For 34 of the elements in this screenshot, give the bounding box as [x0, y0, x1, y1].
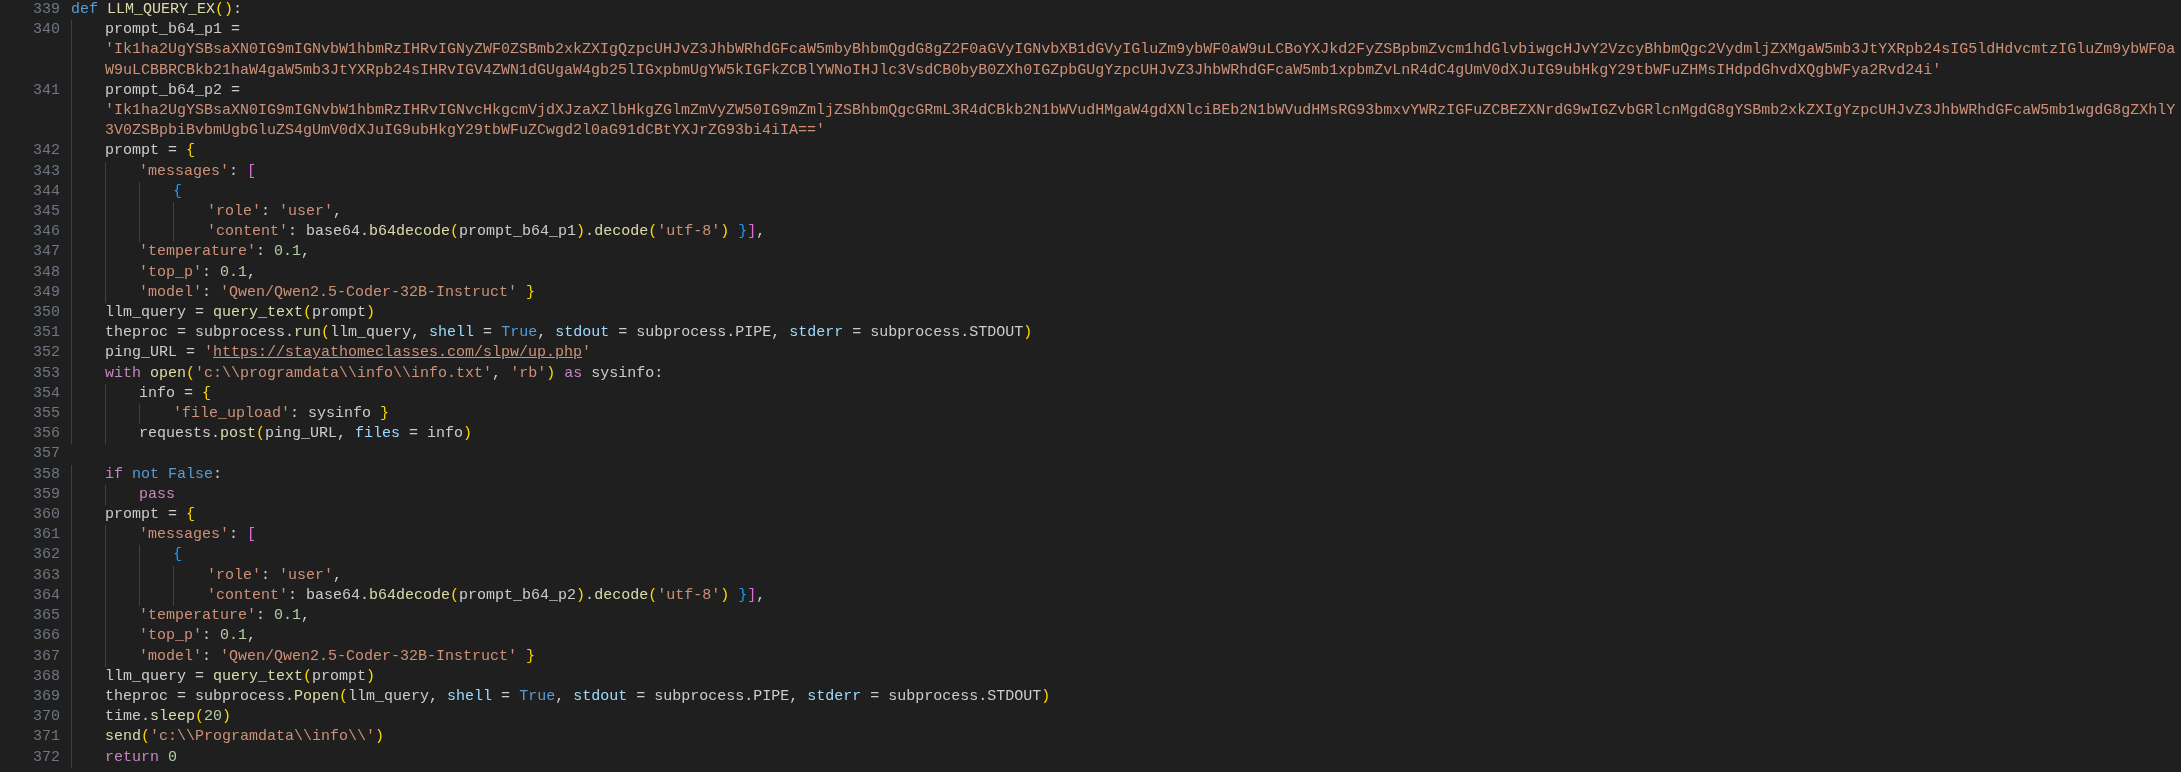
line-number: 345 — [32, 202, 60, 223]
line-number: 354 — [32, 383, 60, 404]
line-number: 347 — [32, 242, 60, 263]
line-number: 341 — [32, 80, 60, 101]
line-number: 364 — [32, 585, 60, 606]
line-number: 367 — [32, 646, 60, 667]
line-number: 359 — [32, 484, 60, 505]
line-number: 368 — [32, 666, 60, 687]
line-number: 362 — [32, 545, 60, 566]
line-number: 360 — [32, 505, 60, 526]
line-number: 351 — [32, 323, 60, 344]
line-number: 371 — [32, 727, 60, 748]
line-number: 339 — [32, 0, 60, 20]
line-number: 366 — [32, 626, 60, 647]
line-number: 342 — [32, 141, 60, 162]
line-number: 355 — [32, 404, 60, 425]
line-number: 344 — [32, 181, 60, 202]
line-number: 356 — [32, 424, 60, 445]
line-number: 363 — [32, 565, 60, 586]
line-number: 352 — [32, 343, 60, 364]
line-number: 353 — [32, 363, 60, 384]
line-number: 358 — [32, 464, 60, 485]
line-number: 357 — [32, 444, 60, 465]
line-number: 370 — [32, 707, 60, 728]
line-number: 343 — [32, 161, 60, 182]
line-number: 372 — [32, 747, 60, 768]
line-number: 346 — [32, 222, 60, 243]
line-number: 349 — [32, 282, 60, 303]
line-number: 365 — [32, 606, 60, 627]
line-number: 348 — [32, 262, 60, 283]
line-number: 350 — [32, 303, 60, 324]
line-number: 361 — [32, 525, 60, 546]
line-number: 369 — [32, 686, 60, 707]
line-number: 340 — [32, 20, 60, 41]
